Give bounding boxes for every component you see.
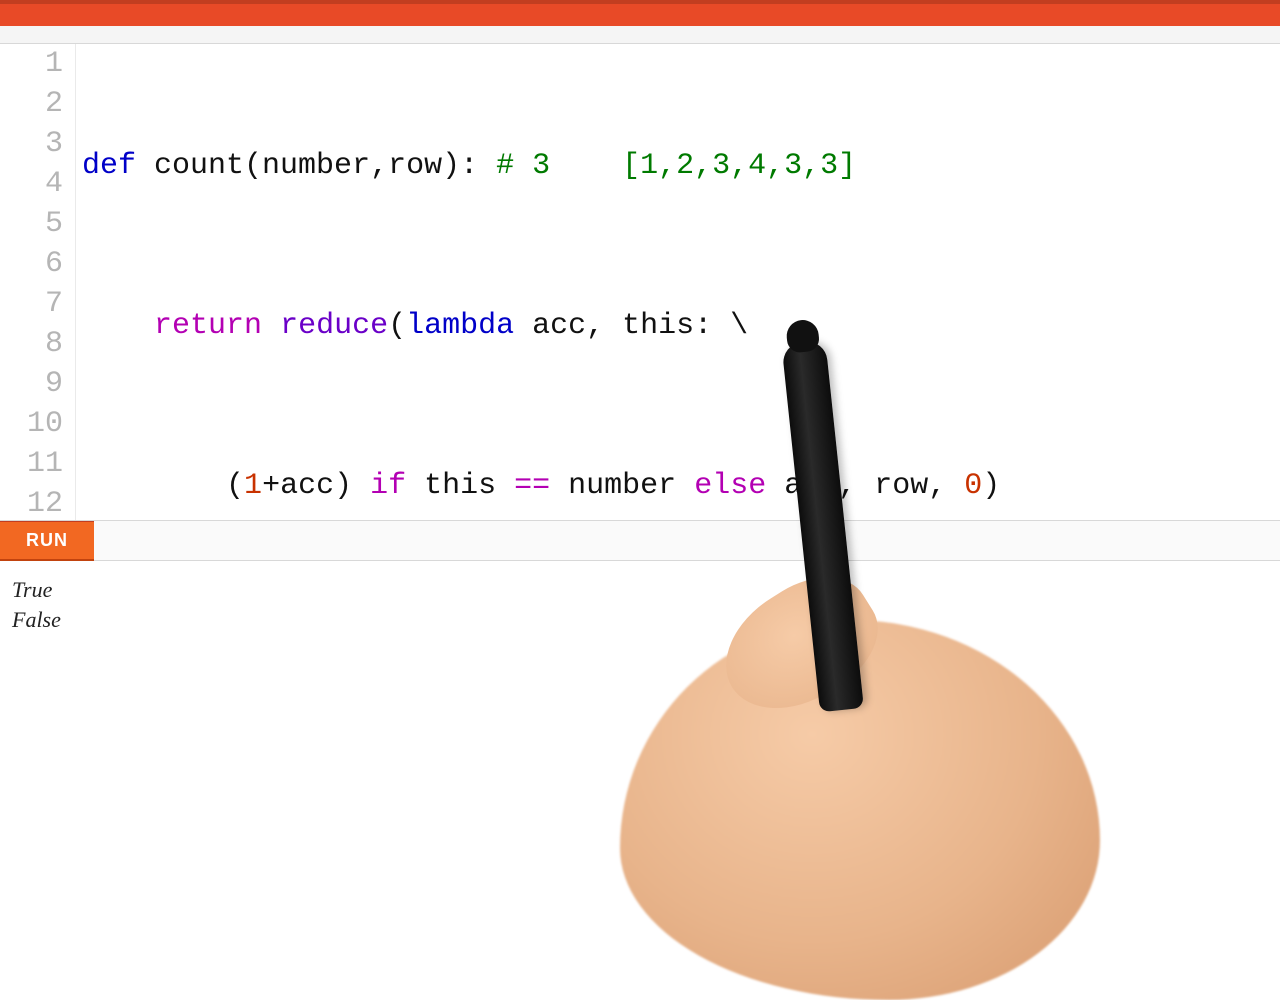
line-number: 3: [0, 124, 63, 164]
line-number-gutter: 1 2 3 4 5 6 7 8 9 10 11 12: [0, 44, 76, 520]
line-number: 8: [0, 324, 63, 364]
line-number: 7: [0, 284, 63, 324]
line-number: 12: [0, 484, 63, 520]
code-line[interactable]: def count(number,row): # 3 [1,2,3,4,3,3]: [82, 146, 1280, 186]
output-panel[interactable]: True False: [0, 560, 1280, 720]
line-number: 5: [0, 204, 63, 244]
editor-toolbar: [0, 26, 1280, 44]
window-topbar: [0, 0, 1280, 26]
line-number: 11: [0, 444, 63, 484]
run-bar: RUN: [0, 520, 1280, 560]
code-editor[interactable]: 1 2 3 4 5 6 7 8 9 10 11 12 def count(num…: [0, 44, 1280, 520]
line-number: 2: [0, 84, 63, 124]
code-line[interactable]: (1+acc) if this == number else acc, row,…: [82, 466, 1280, 506]
line-number: 4: [0, 164, 63, 204]
line-number: 6: [0, 244, 63, 284]
output-line: False: [12, 605, 1268, 635]
run-button[interactable]: RUN: [0, 521, 94, 561]
code-area[interactable]: def count(number,row): # 3 [1,2,3,4,3,3]…: [76, 44, 1280, 520]
line-number: 9: [0, 364, 63, 404]
output-line: True: [12, 575, 1268, 605]
code-line[interactable]: return reduce(lambda acc, this: \: [82, 306, 1280, 346]
line-number: 1: [0, 44, 63, 84]
line-number: 10: [0, 404, 63, 444]
